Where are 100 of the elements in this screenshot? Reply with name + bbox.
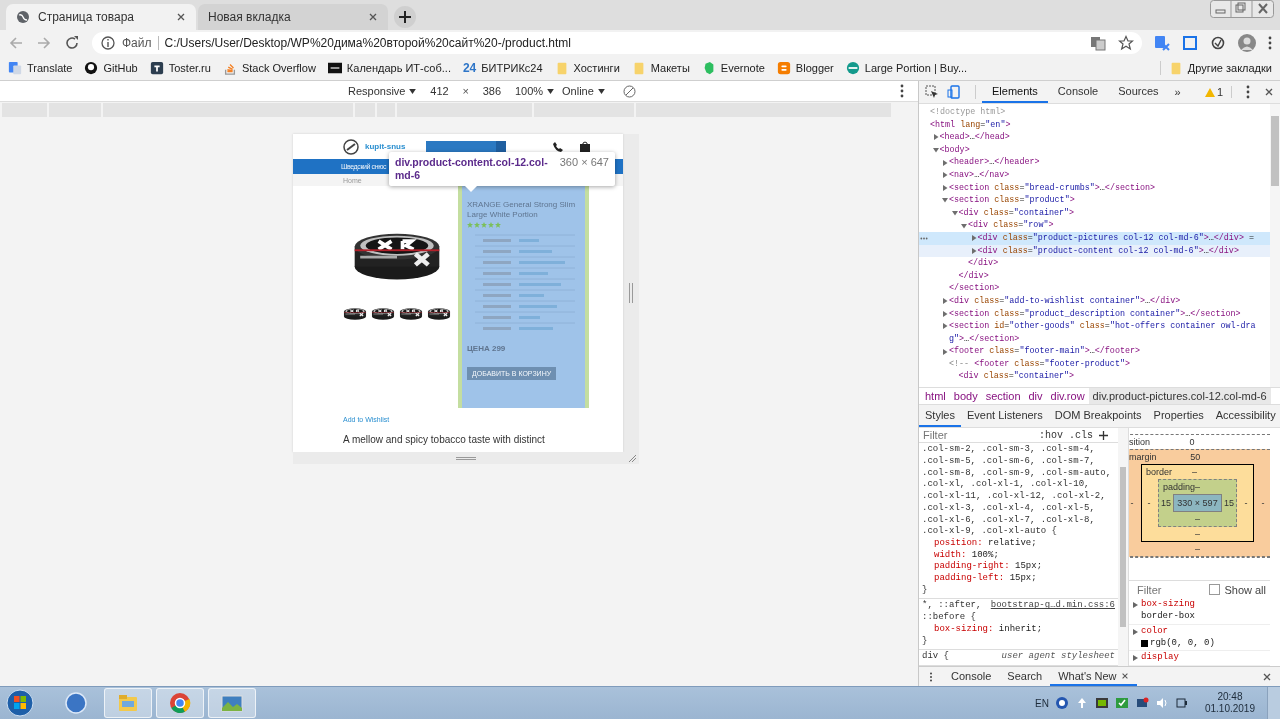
close-icon[interactable] xyxy=(1120,671,1129,680)
expand-arrow-icon[interactable] xyxy=(1133,602,1138,609)
close-icon[interactable] xyxy=(1262,671,1272,682)
expanded-arrow-icon[interactable] xyxy=(961,222,967,229)
dom-tree-node[interactable]: <footer class="footer-main">…</footer> xyxy=(919,345,1270,358)
css-declaration[interactable]: padding-left: 15px; xyxy=(922,573,1115,585)
dom-tree-node[interactable]: <div class="container"> xyxy=(919,206,1270,220)
network-icon[interactable] xyxy=(1134,696,1149,710)
add-rule-icon[interactable] xyxy=(1099,430,1109,440)
drawer-tab[interactable]: Search xyxy=(999,667,1051,686)
start-button-icon[interactable] xyxy=(4,688,36,718)
site-logo[interactable]: kupit-snus xyxy=(365,142,406,151)
rotate-icon[interactable] xyxy=(622,84,636,98)
dom-tree-node[interactable]: <section class="bread-crumbs">…</section> xyxy=(919,181,1270,195)
collapsed-arrow-icon[interactable] xyxy=(942,348,948,355)
sidebar-tab[interactable]: DOM Breakpoints xyxy=(1048,405,1148,427)
dom-breadcrumb[interactable]: section xyxy=(981,388,1025,405)
expanded-arrow-icon[interactable] xyxy=(951,210,958,217)
translate-icon[interactable] xyxy=(1090,35,1106,51)
dom-breadcrumb[interactable]: body xyxy=(949,388,982,405)
checkbox[interactable] xyxy=(1209,584,1221,596)
hover-state-button[interactable]: :hov xyxy=(1039,429,1063,441)
dom-tree-node[interactable]: <!-- <footer class="footer-product"> xyxy=(919,357,1270,371)
close-icon[interactable] xyxy=(1264,87,1274,97)
device-dropdown[interactable]: Responsive xyxy=(348,85,417,97)
css-declaration[interactable]: box-sizing: inherit; xyxy=(922,623,1115,636)
expanded-arrow-icon[interactable] xyxy=(942,197,948,204)
dom-breadcrumb[interactable]: div.product-pictures.col-12.col-md-6 xyxy=(1088,388,1271,405)
browser-tab[interactable]: Новая вкладка xyxy=(198,4,388,30)
dom-breadcrumb[interactable]: div.row xyxy=(1046,388,1089,405)
close-icon[interactable] xyxy=(176,12,186,22)
dom-tree-node[interactable]: <section class="product_description container">…</section> xyxy=(919,307,1270,321)
dom-tree-node[interactable]: <body> xyxy=(919,143,1270,157)
translate-extension-icon[interactable] xyxy=(1154,35,1170,51)
stylesheet-link[interactable]: bootstrap-g…d.min.css:6 xyxy=(990,600,1115,613)
warning-counter[interactable]: 1 xyxy=(1204,86,1232,98)
device-toggle-icon[interactable] xyxy=(947,85,961,99)
bookmark[interactable]: Large Portion | Buy... xyxy=(845,61,968,75)
zoom-dropdown[interactable]: 100% xyxy=(514,85,555,97)
devtools-tab[interactable]: Sources xyxy=(1108,81,1169,103)
device-menu-icon[interactable] xyxy=(900,84,904,98)
reload-icon[interactable] xyxy=(64,35,80,51)
collapsed-arrow-icon[interactable] xyxy=(942,323,948,330)
crop-square-icon[interactable] xyxy=(1182,35,1198,51)
dom-tree-node[interactable]: <section id="other-goods" class="hot-offers container owl-drag">…</section> xyxy=(919,320,1270,346)
bookmark-folder[interactable]: Другие закладки xyxy=(1159,61,1272,75)
clock[interactable]: 20:48 01.10.2019 xyxy=(1204,691,1255,715)
phone-icon[interactable] xyxy=(552,140,565,153)
menu-icon[interactable] xyxy=(1268,36,1272,50)
dom-tree-node[interactable]: <section class="product"> xyxy=(919,194,1270,207)
scrollbar[interactable] xyxy=(1118,428,1128,666)
dom-tree-node[interactable]: <head>…</head> xyxy=(919,131,1270,144)
bookmark[interactable]: Хостинги xyxy=(554,61,620,75)
check-icon[interactable] xyxy=(1114,696,1129,710)
collapsed-arrow-icon[interactable] xyxy=(942,298,948,305)
expand-arrow-icon[interactable] xyxy=(1133,628,1138,635)
collapsed-arrow-icon[interactable] xyxy=(932,134,939,141)
drawer-menu-icon[interactable] xyxy=(929,671,933,682)
sidebar-tab[interactable]: Styles xyxy=(919,405,961,427)
new-tab-icon[interactable] xyxy=(394,6,416,28)
ellipsis-icon[interactable] xyxy=(920,236,928,240)
dom-tree-node[interactable]: <html lang="en"> xyxy=(919,118,1270,132)
devtools-tab[interactable]: Elements xyxy=(982,81,1048,103)
expanded-arrow-icon[interactable] xyxy=(932,147,939,154)
computed-filter-field[interactable]: Filter xyxy=(1137,583,1197,596)
css-declaration[interactable]: padding-right: 15px; xyxy=(922,561,1115,574)
collapsed-arrow-icon[interactable] xyxy=(942,172,948,179)
sidebar-tab[interactable]: Properties xyxy=(1147,405,1210,427)
collapsed-arrow-icon[interactable] xyxy=(970,235,977,242)
bookmark[interactable]: Evernote xyxy=(701,61,765,75)
browser-tab[interactable]: Страница товара xyxy=(6,4,196,30)
styles-filter-field[interactable]: Filter xyxy=(923,429,1033,442)
css-declaration[interactable]: width: 100%; xyxy=(922,549,1115,562)
dom-tree-node[interactable]: <div class="add-to-wishlist container">…</div> xyxy=(919,294,1270,308)
inspect-cursor-icon[interactable] xyxy=(925,85,939,99)
search-field[interactable] xyxy=(426,141,507,152)
bookmark[interactable]: Stack Overflow xyxy=(222,61,316,75)
bookmark[interactable]: Toster.ru xyxy=(149,61,211,75)
resize-handle-icon[interactable] xyxy=(456,455,476,461)
resize-handle-icon[interactable] xyxy=(628,283,634,303)
dom-tree-node[interactable]: <nav>…</nav> xyxy=(919,168,1270,182)
sidebar-tab[interactable]: Event Listeners xyxy=(960,405,1049,427)
drawer-tab[interactable]: Console xyxy=(943,667,1000,686)
corner-resize-icon[interactable] xyxy=(628,454,637,463)
avatar-icon[interactable] xyxy=(1238,34,1256,52)
class-toggle-button[interactable]: .cls xyxy=(1069,429,1094,441)
taskbar-app[interactable] xyxy=(156,688,204,718)
bookmark[interactable]: Календарь ИТ-соб... xyxy=(327,61,451,75)
sidebar-tab[interactable]: Accessibility xyxy=(1209,405,1280,427)
gpu-icon[interactable] xyxy=(1094,696,1109,710)
bookmark[interactable]: 24 БИТРИКс24 xyxy=(462,61,543,75)
bookmark[interactable]: Translate xyxy=(8,61,73,75)
devtools-tab[interactable]: Console xyxy=(1047,81,1109,103)
address-bar[interactable]: Файл C:/Users/User/Desktop/WP%20дима%20второй%20сайт%20-/product.html xyxy=(92,32,1142,54)
show-all-checkbox[interactable]: Show all xyxy=(1209,583,1266,596)
scrollbar[interactable] xyxy=(1270,104,1280,388)
power-icon[interactable] xyxy=(1174,696,1189,710)
devtools-menu-icon[interactable] xyxy=(1246,85,1250,99)
dom-breadcrumb[interactable]: html xyxy=(921,388,950,405)
bag-icon[interactable] xyxy=(580,140,591,153)
